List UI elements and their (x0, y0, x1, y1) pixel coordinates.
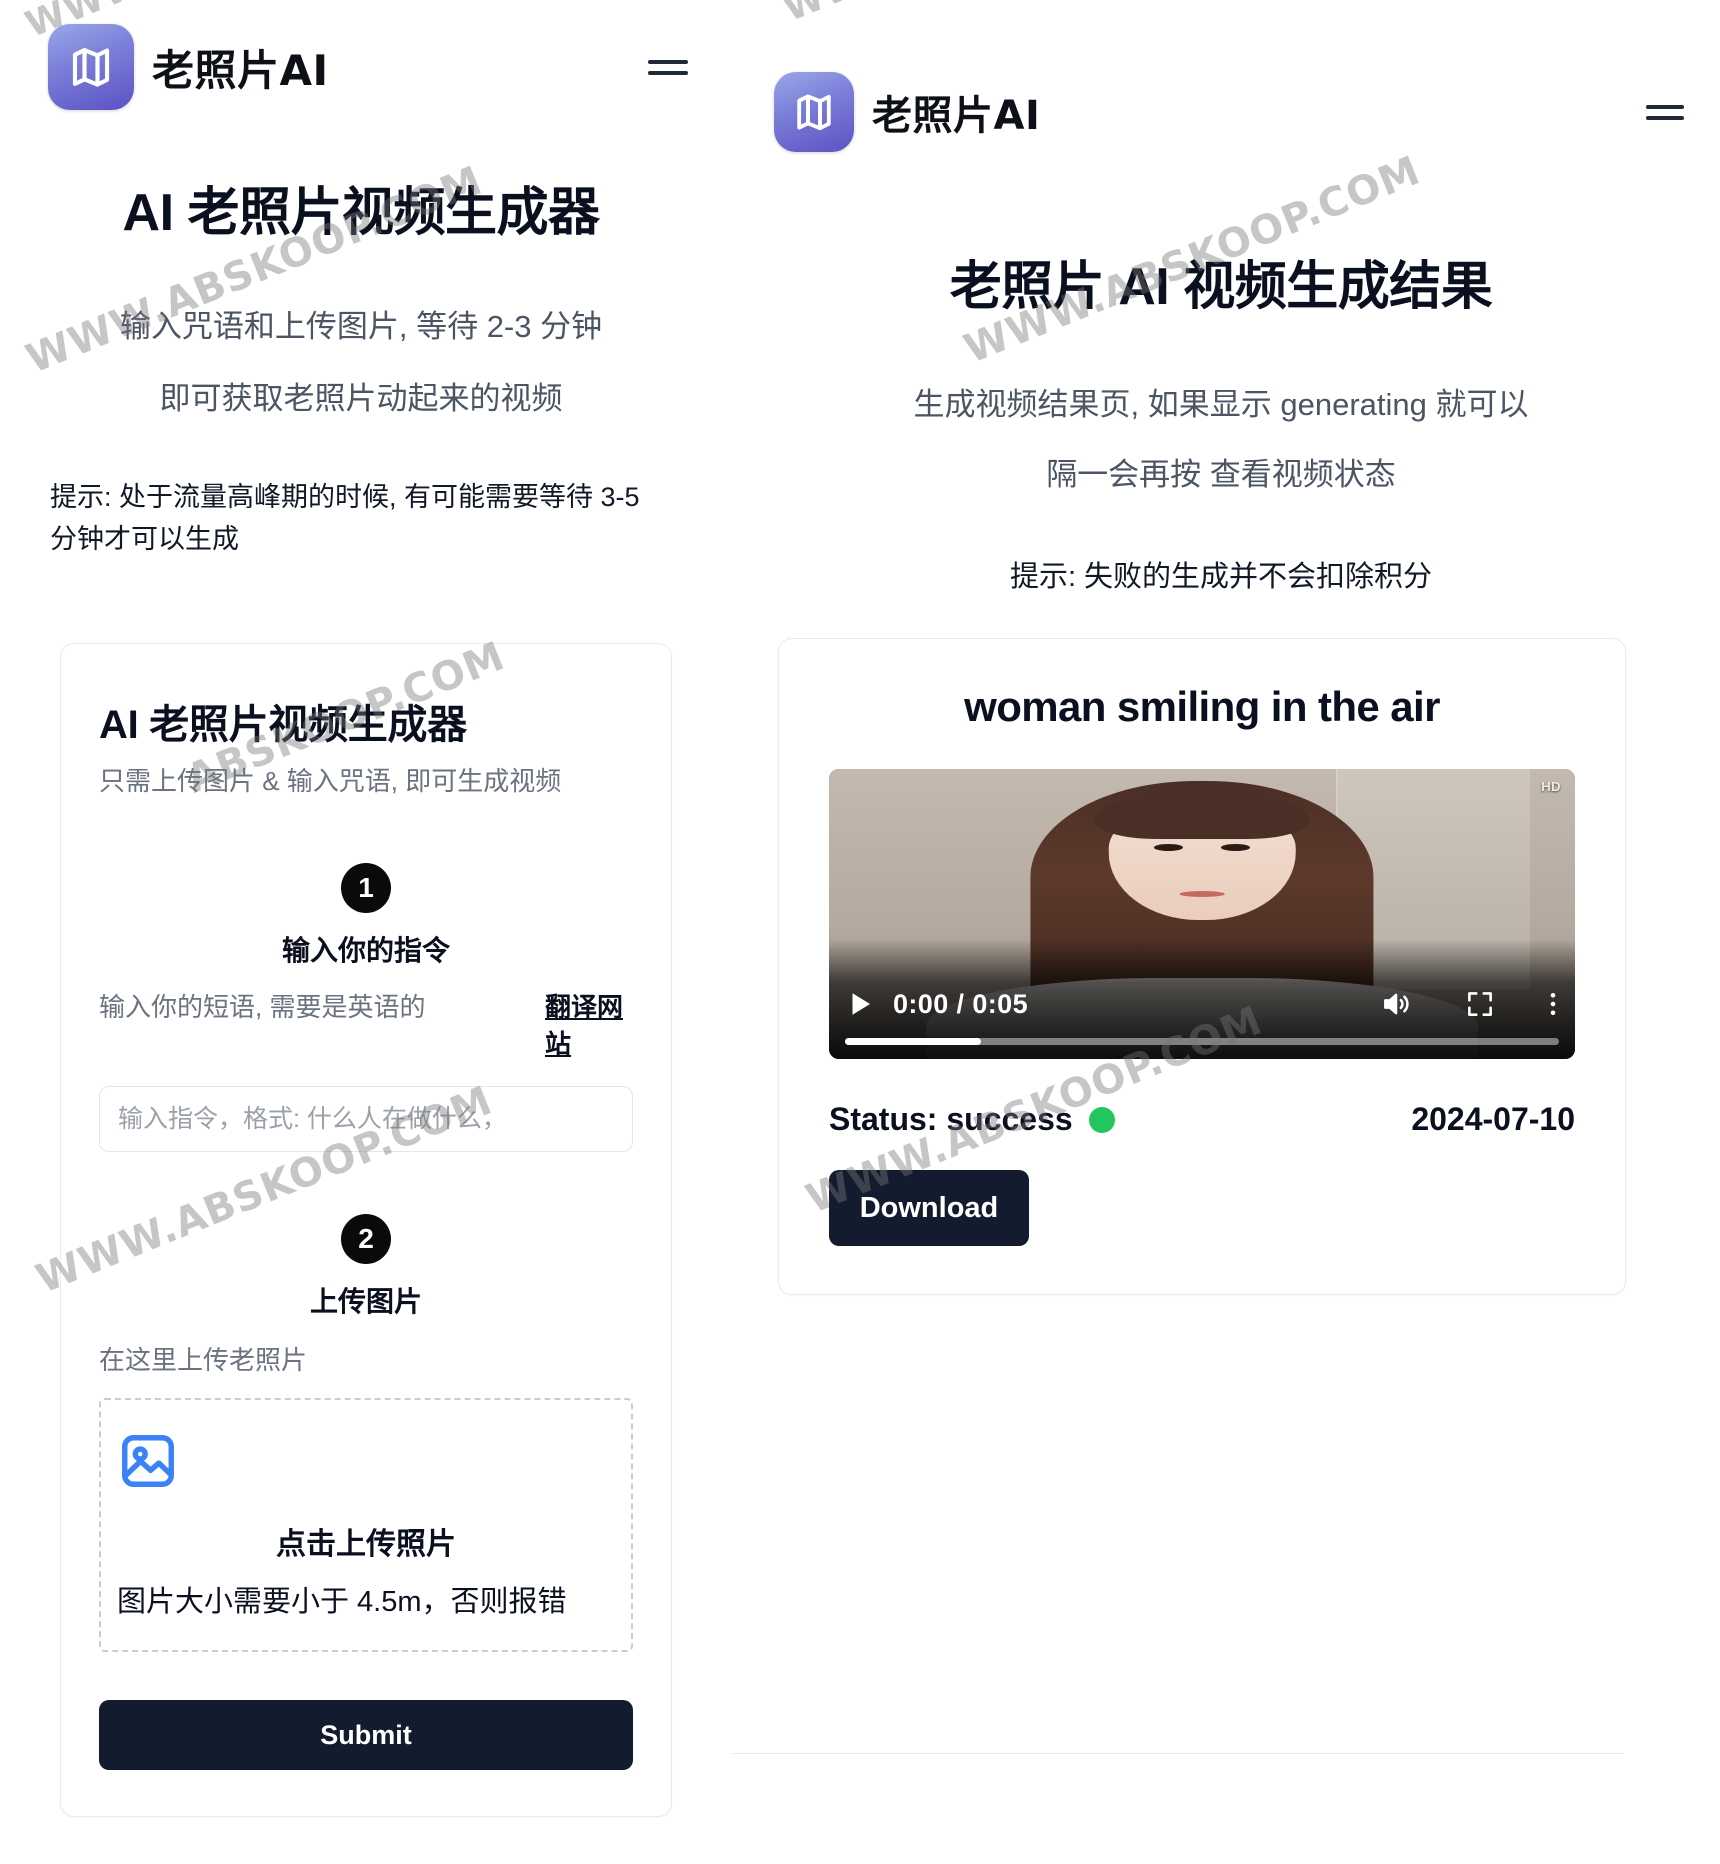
photo-dropzone[interactable]: 点击上传照片 图片大小需要小于 4.5m，否则报错 (99, 1397, 633, 1653)
volume-icon[interactable] (1379, 988, 1413, 1020)
left-hero-note: 提示: 处于流量高峰期的时候, 有可能需要等待 3-5 分钟才可以生成 (50, 482, 640, 554)
brand-name: 老照片AI (872, 93, 1041, 139)
left-hero-sub-line2: 即可获取老照片动起来的视频 (159, 381, 563, 417)
submit-button[interactable]: Submit (99, 1700, 633, 1771)
result-panel: 老照片AI 老照片 AI 视频生成结果 生成视频结果页, 如果显示 genera… (722, 0, 1720, 1864)
generator-card: AI 老照片视频生成器 只需上传图片 & 输入咒语, 即可生成视频 1 输入你的… (60, 642, 672, 1818)
step-1-hint-row: 输入你的短语, 需要是英语的 翻译网站 (99, 989, 633, 1064)
bottom-divider (732, 1753, 1624, 1754)
step-1-label: 输入你的指令 (281, 934, 450, 966)
right-page-title: 老照片 AI 视频生成结果 (949, 258, 1493, 316)
video-controls: 0:00 / 0:05 (829, 939, 1575, 1060)
video-time-display: 0:00 / 0:05 (893, 988, 1028, 1019)
brand-name: 老照片AI (152, 45, 329, 95)
right-site-header: 老照片AI (722, 0, 1720, 152)
left-page-title: AI 老照片视频生成器 (122, 184, 600, 242)
dropzone-main-text: 点击上传照片 (276, 1527, 456, 1561)
right-hero-sub-line2: 隔一会再按 查看视频状态 (1046, 457, 1396, 493)
status-row: Status: success 2024-07-10 (829, 1101, 1575, 1138)
status-badge: Status: success (829, 1101, 1073, 1138)
step-2-badge: 2 (341, 1214, 391, 1265)
step-2-label: 上传图片 (309, 1286, 422, 1318)
more-vertical-icon[interactable] (1547, 989, 1559, 1019)
step-1-hint: 输入你的短语, 需要是英语的 (99, 991, 426, 1022)
right-hero-sub-line1: 生成视频结果页, 如果显示 generating 就可以 (913, 387, 1529, 422)
hamburger-icon[interactable] (648, 51, 688, 83)
dropzone-size-note: 图片大小需要小于 4.5m，否则报错 (117, 1585, 567, 1618)
prompt-input[interactable] (99, 1086, 633, 1153)
step-2-hint: 在这里上传老照片 (99, 1345, 308, 1376)
fullscreen-icon[interactable] (1465, 989, 1495, 1019)
download-button[interactable]: Download (829, 1170, 1029, 1247)
status-group: Status: success (829, 1101, 1115, 1138)
video-progress-bar[interactable] (845, 1038, 1559, 1046)
app-logo-icon (48, 24, 134, 110)
video-player[interactable]: HD 0:00 / 0:05 (829, 769, 1575, 1060)
brand-right[interactable]: 老照片AI (774, 72, 1040, 152)
translate-site-link[interactable]: 翻译网站 (545, 989, 633, 1064)
left-hero-sub-line1: 输入咒语和上传图片, 等待 2-3 分钟 (119, 309, 603, 344)
status-indicator-dot (1088, 1106, 1115, 1133)
app-logo-icon (774, 72, 854, 152)
result-date: 2024-07-10 (1411, 1101, 1575, 1138)
play-icon[interactable] (845, 988, 875, 1020)
left-site-header: 老照片AI (0, 0, 722, 110)
prompt-title: woman smiling in the air (964, 683, 1440, 731)
generator-card-desc: 只需上传图片 & 输入咒语, 即可生成视频 (99, 765, 562, 796)
step-1-badge: 1 (341, 862, 391, 913)
video-progress-fill (845, 1038, 981, 1046)
brand[interactable]: 老照片AI (48, 24, 329, 110)
generator-card-title: AI 老照片视频生成器 (99, 702, 467, 747)
image-upload-icon (117, 1430, 615, 1497)
result-card: woman smiling in the air HD 0:00 / 0:05 … (778, 638, 1626, 1296)
video-quality-badge: HD (1541, 779, 1561, 795)
right-hero-note: 提示: 失败的生成并不会扣除积分 (1009, 561, 1433, 594)
generator-panel: 老照片AI AI 老照片视频生成器 输入咒语和上传图片, 等待 2-3 分钟 即… (0, 0, 722, 1864)
screenshot-root: 老照片AI AI 老照片视频生成器 输入咒语和上传图片, 等待 2-3 分钟 即… (0, 0, 1720, 1864)
hamburger-icon[interactable] (1646, 97, 1684, 127)
